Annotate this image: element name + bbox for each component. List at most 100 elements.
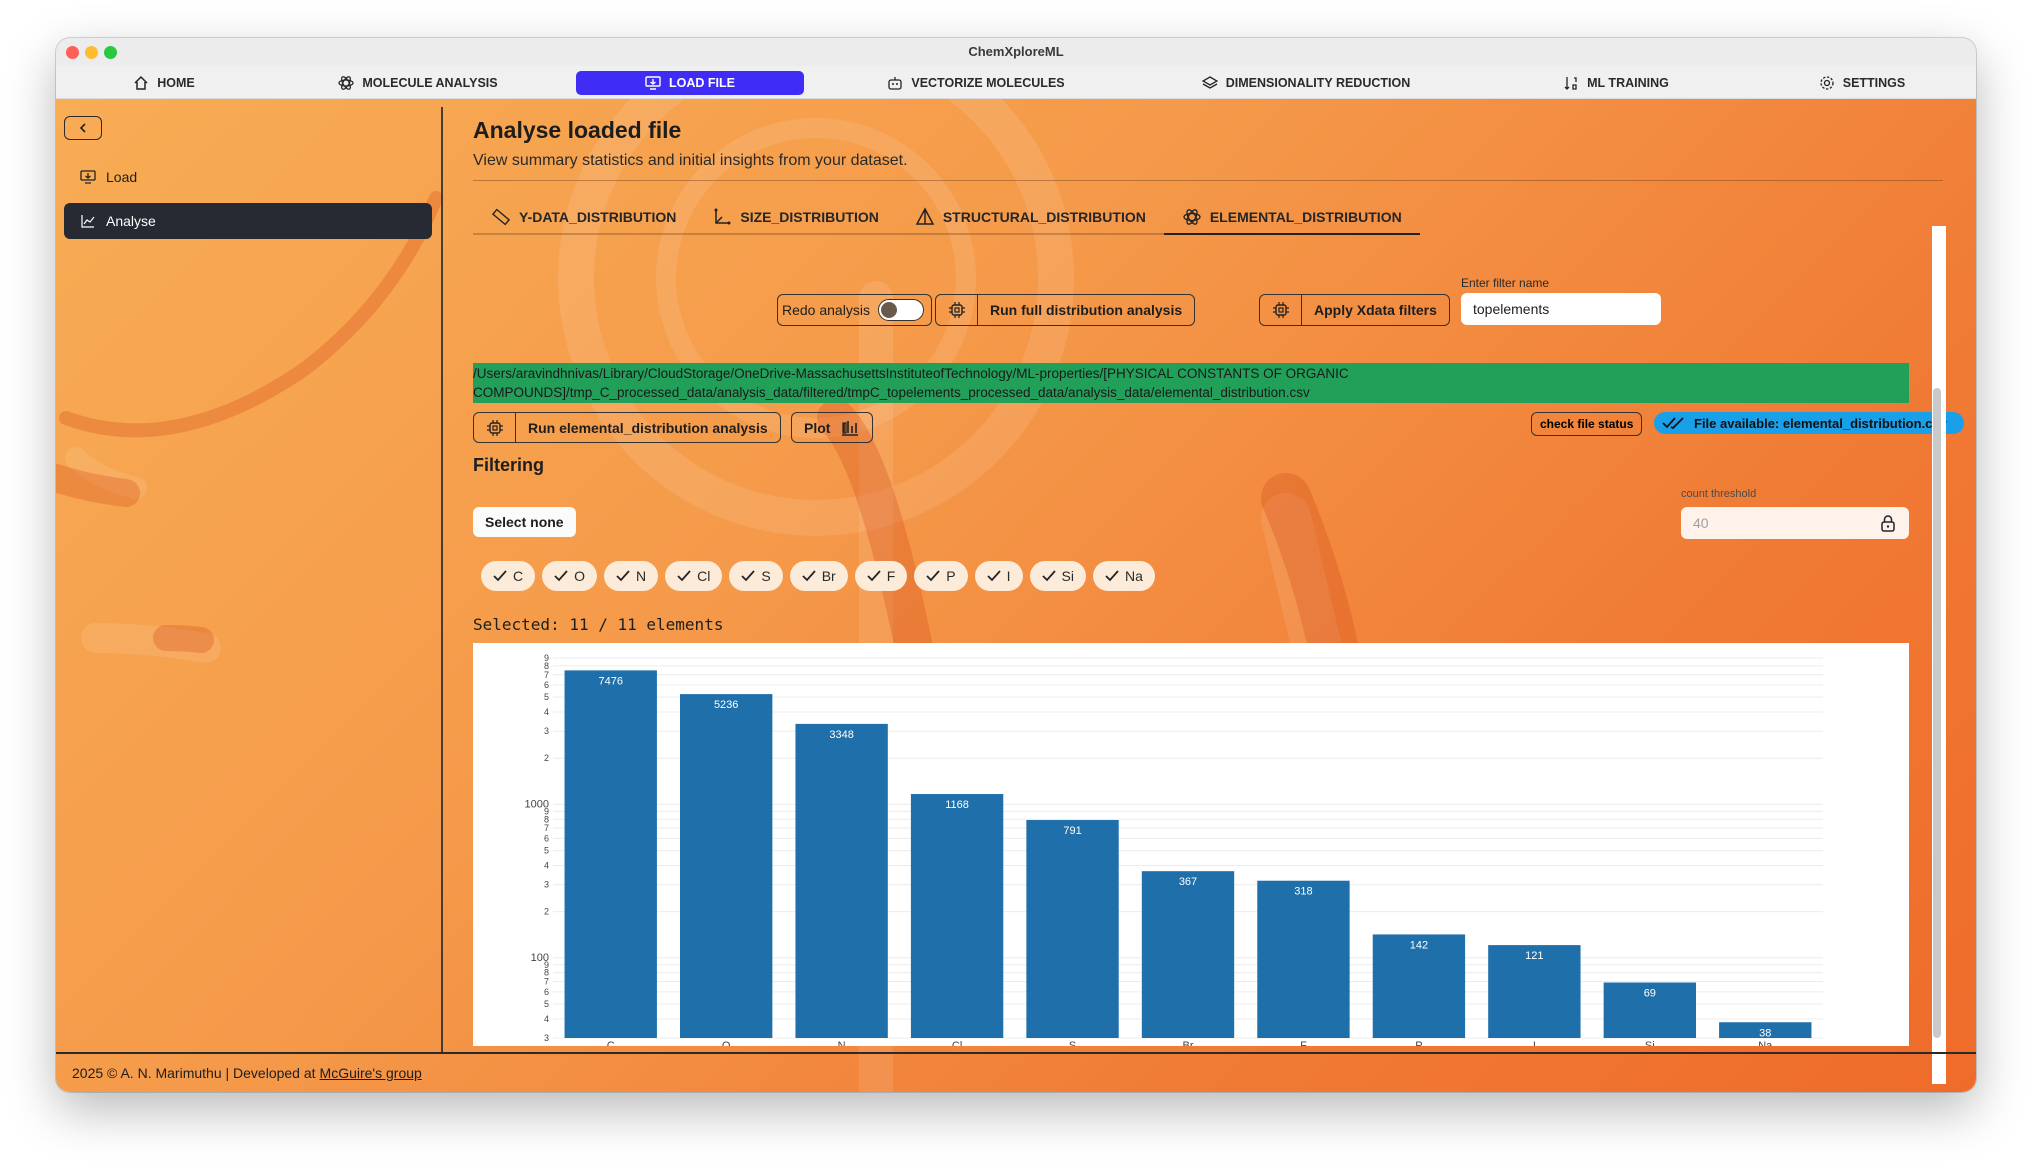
redo-analysis-label: Redo analysis <box>782 302 870 318</box>
tab-elemental-distribution[interactable]: ELEMENTAL_DISTRIBUTION <box>1163 201 1420 235</box>
element-chip[interactable]: S <box>729 561 783 591</box>
y-tick-label: 4 <box>544 860 549 870</box>
tab-size-distribution[interactable]: SIZE_DISTRIBUTION <box>694 201 897 235</box>
lock-icon[interactable] <box>1879 514 1897 532</box>
check-icon <box>802 570 816 582</box>
sidebar-item-label: Load <box>106 169 138 185</box>
tab-structural-distribution[interactable]: STRUCTURAL_DISTRIBUTION <box>896 201 1164 235</box>
check-icon <box>1041 570 1056 582</box>
element-chip-label: I <box>1006 568 1011 584</box>
footer: 2025 © A. N. Marimuthu | Developed at Mc… <box>56 1052 1976 1092</box>
redo-analysis-toggle[interactable]: Redo analysis <box>777 294 932 326</box>
filter-name-input[interactable]: topelements <box>1461 293 1661 325</box>
triangle-icon <box>915 207 935 225</box>
run-elemental-distribution-button[interactable]: Run elemental_distribution analysis <box>473 412 781 443</box>
home-icon <box>134 75 148 90</box>
element-chip-label: S <box>761 568 771 584</box>
nav-label: DIMENSIONALITY REDUCTION <box>1225 76 1411 90</box>
element-chip-label: O <box>574 568 586 584</box>
y-tick-label: 6 <box>544 987 549 997</box>
bar-value-label: 142 <box>1410 939 1428 951</box>
nav-label: HOME <box>157 76 195 90</box>
element-chip[interactable]: P <box>914 561 968 591</box>
sidebar-divider <box>441 107 443 1052</box>
layers-icon <box>1201 76 1218 89</box>
bar <box>1141 871 1235 1038</box>
bar <box>910 794 1004 1038</box>
check-icon <box>554 570 568 582</box>
tab-label: Y-DATA_DISTRIBUTION <box>519 209 677 225</box>
y-tick-label: 6 <box>544 833 549 843</box>
x-tick-label: Br <box>1183 1040 1194 1046</box>
sidebar-item-analyse[interactable]: Analyse <box>64 203 432 239</box>
top-nav: HOME MOLECULE ANALYSIS LOAD FILE VECTORI… <box>56 66 1976 99</box>
apply-filters-label: Apply Xdata filters <box>1314 302 1437 318</box>
element-chip[interactable]: F <box>854 561 908 591</box>
nav-dimensionality-reduction[interactable]: DIMENSIONALITY REDUCTION <box>1196 71 1416 95</box>
y-tick-label: 1000 <box>525 798 549 810</box>
nav-settings[interactable]: SETTINGS <box>1812 71 1912 95</box>
element-chip-label: Si <box>1061 568 1074 584</box>
apply-xdata-filters-button[interactable]: Apply Xdata filters <box>1259 294 1450 326</box>
y-tick-label: 7 <box>544 823 549 833</box>
tab-y-data-distribution[interactable]: Y-DATA_DISTRIBUTION <box>473 201 695 235</box>
count-threshold-input[interactable]: 40 <box>1681 507 1909 539</box>
robot-icon <box>888 77 903 90</box>
footer-link[interactable]: McGuire's group <box>320 1065 422 1081</box>
y-tick-label: 3 <box>544 1033 549 1043</box>
tab-label: ELEMENTAL_DISTRIBUTION <box>1209 209 1402 225</box>
y-tick-label: 4 <box>544 707 549 717</box>
y-tick-label: 2 <box>544 907 549 917</box>
element-chip[interactable]: O <box>542 561 598 591</box>
element-chip[interactable]: Cl <box>665 561 723 591</box>
switch-knob <box>880 302 897 318</box>
tab-label: SIZE_DISTRIBUTION <box>740 209 879 225</box>
plot-label: Plot <box>804 419 831 436</box>
check-icon <box>616 570 630 582</box>
nav-load-file[interactable]: LOAD FILE <box>576 71 804 95</box>
ruler-icon <box>491 208 511 226</box>
element-chip[interactable]: N <box>604 561 659 591</box>
select-none-button[interactable]: Select none <box>473 507 576 537</box>
bar <box>795 723 888 1038</box>
x-tick-label: C <box>607 1040 615 1046</box>
footer-text: 2025 © A. N. Marimuthu | Developed at <box>72 1065 316 1081</box>
bar <box>680 694 773 1038</box>
file-available-text: File available: elemental_distribution.c… <box>1694 415 1947 431</box>
count-threshold-label: count threshold <box>1681 488 1757 500</box>
x-tick-label: I <box>1533 1040 1536 1046</box>
plot-button[interactable]: Plot <box>791 412 874 443</box>
element-chip-label: F <box>886 568 896 584</box>
bar <box>564 670 657 1038</box>
element-chip[interactable]: Na <box>1092 561 1155 591</box>
nav-home[interactable]: HOME <box>128 71 200 95</box>
title-bar: ChemXploreML <box>56 38 1976 67</box>
filter-name-label: Enter filter name <box>1461 276 1550 290</box>
x-tick-label: F <box>1300 1040 1307 1046</box>
element-chip-label: C <box>513 568 524 584</box>
element-chip-label: N <box>636 568 647 584</box>
filtering-heading: Filtering <box>473 455 544 475</box>
element-chip[interactable]: Br <box>789 561 848 591</box>
run-full-distribution-button[interactable]: Run full distribution analysis <box>935 294 1196 326</box>
app-window: ChemXploreML HOME MOLECULE ANALYSIS LOAD… <box>56 38 1976 1092</box>
check-file-status-button[interactable]: check file status <box>1531 412 1643 436</box>
back-button[interactable] <box>64 116 102 140</box>
sidebar-item-load[interactable]: Load <box>64 159 432 195</box>
nav-molecule-analysis[interactable]: MOLECULE ANALYSIS <box>338 71 498 95</box>
count-threshold-placeholder: 40 <box>1693 515 1709 531</box>
analysis-tabs: Y-DATA_DISTRIBUTION SIZE_DISTRIBUTION ST… <box>473 201 1420 235</box>
nav-label: MOLECULE ANALYSIS <box>362 76 498 90</box>
element-chip[interactable]: Si <box>1029 561 1086 591</box>
y-tick-label: 5 <box>544 692 549 702</box>
file-path-display: /Users/aravindhnivas/Library/CloudStorag… <box>473 363 1909 403</box>
element-chip[interactable]: C <box>481 561 536 591</box>
nav-vectorize-molecules[interactable]: VECTORIZE MOLECULES <box>876 71 1076 95</box>
scrollbar-thumb[interactable] <box>1933 388 1941 1038</box>
bar-value-label: 69 <box>1644 988 1656 1000</box>
nav-ml-training[interactable]: ML TRAINING <box>1556 71 1676 95</box>
y-tick-label: 3 <box>544 880 549 890</box>
element-chip[interactable]: I <box>974 561 1023 591</box>
nav-label: SETTINGS <box>1842 76 1906 90</box>
redo-analysis-switch[interactable] <box>877 299 924 321</box>
